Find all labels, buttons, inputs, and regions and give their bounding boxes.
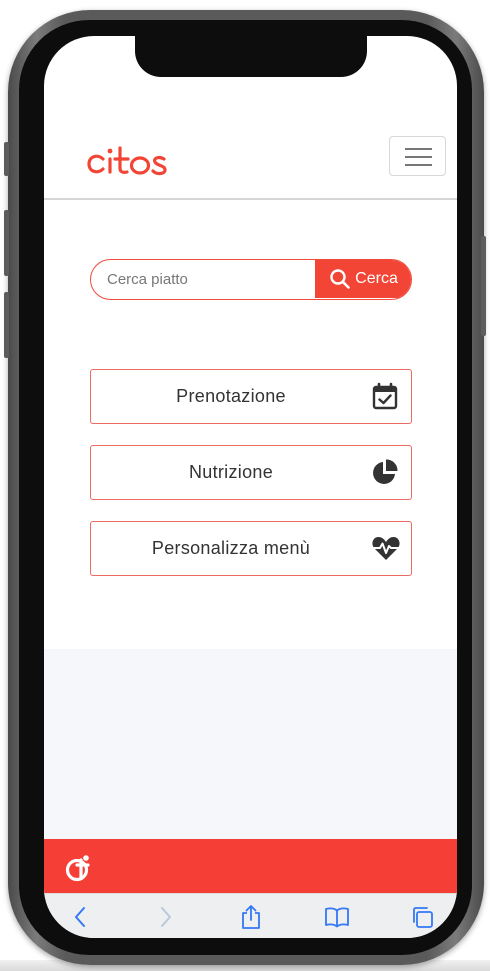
footer-logo-icon[interactable] xyxy=(64,853,94,887)
citos-logo[interactable] xyxy=(86,139,186,185)
search-button[interactable]: Cerca xyxy=(315,260,411,298)
search-icon xyxy=(330,269,350,289)
menu-card-personalizza[interactable]: Personalizza menù xyxy=(90,521,412,576)
hamburger-icon xyxy=(405,148,432,150)
forward-icon[interactable] xyxy=(152,904,178,930)
bookmarks-icon[interactable] xyxy=(324,904,350,930)
hamburger-menu-button[interactable] xyxy=(389,136,446,176)
power-button xyxy=(481,236,486,336)
phone-screen: Cerca Prenotazione Nutrizione Personaliz… xyxy=(44,36,457,938)
hamburger-icon-bar xyxy=(405,164,432,166)
mute-switch xyxy=(4,142,9,176)
app-footer xyxy=(44,839,457,893)
citos-logo-icon xyxy=(87,146,167,176)
hamburger-icon-bar xyxy=(405,156,432,158)
notch xyxy=(135,36,367,77)
tabs-icon[interactable] xyxy=(410,904,436,930)
search-input[interactable] xyxy=(91,260,315,298)
browser-toolbar xyxy=(44,893,457,938)
pie-chart-icon xyxy=(371,458,399,486)
search-button-label: Cerca xyxy=(355,270,398,287)
app-header xyxy=(44,120,457,200)
volume-up-button xyxy=(4,210,9,276)
content-background xyxy=(44,649,457,839)
volume-down-button xyxy=(4,292,9,358)
search-bar: Cerca xyxy=(90,259,412,300)
menu-card-nutrizione[interactable]: Nutrizione xyxy=(90,445,412,500)
back-icon[interactable] xyxy=(68,904,94,930)
menu-card-label: Prenotazione xyxy=(176,386,286,406)
menu-card-label: Personalizza menù xyxy=(151,538,311,558)
calendar-check-icon xyxy=(371,382,399,410)
heartbeat-icon xyxy=(371,534,400,562)
menu-card-label: Nutrizione xyxy=(188,462,274,482)
menu-card-prenotazione[interactable]: Prenotazione xyxy=(90,369,412,424)
share-icon[interactable] xyxy=(238,904,264,930)
